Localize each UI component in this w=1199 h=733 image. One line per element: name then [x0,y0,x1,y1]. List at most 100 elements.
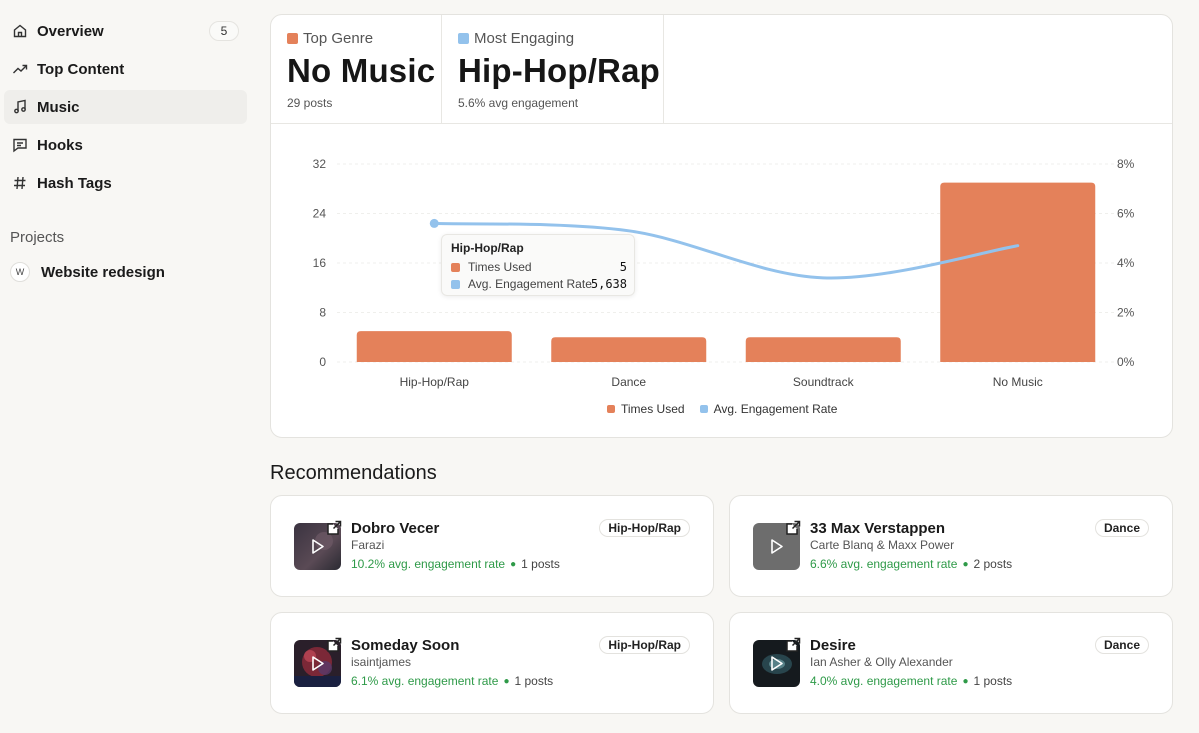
bar [940,182,1096,362]
y-left-tick-label: 0 [319,355,326,369]
legend-label-engagement: Avg. Engagement Rate [713,402,838,416]
sidebar-item-label: Music [37,98,80,116]
y-right-tick-label: 6% [1117,207,1135,221]
tooltip-row-engagement: Avg. Engagement Rate 5,638 [451,277,627,291]
track-artist: Carte Blanq & Maxx Power [810,538,955,552]
music-note-icon [10,97,30,117]
sidebar-item-top-content[interactable]: Top Content [4,52,247,86]
track-name: Desire [810,637,856,654]
legend-swatch-engagement [699,405,708,413]
engagement-rate: 4.0% avg. engagement rate [810,674,958,688]
recommendation-card[interactable]: Dobro Vecer Farazi 10.2% avg. engagement… [270,495,714,597]
play-icon[interactable] [767,654,786,673]
tooltip-title: Hip-Hop/Rap [451,241,524,255]
y-right-tick-label: 4% [1117,256,1135,270]
most-engaging-sub: 5.6% avg engagement [458,96,579,110]
genre-badge: Dance [1094,519,1149,537]
engagement-rate: 10.2% avg. engagement rate [351,557,506,571]
most-engaging-value: Hip-Hop/Rap [458,52,661,89]
legend-swatch-times-used [607,405,615,413]
play-icon[interactable] [767,537,786,556]
play-icon[interactable] [308,537,327,556]
track-artist: Ian Asher & Olly Alexander [810,655,953,669]
external-link-icon[interactable] [785,637,801,653]
post-count: 1 posts [514,674,554,688]
sidebar-item-hash-tags[interactable]: Hash Tags [4,166,247,200]
x-tick-label: Soundtrack [793,375,855,389]
engagement-rate: 6.1% avg. engagement rate [351,674,499,688]
tooltip-value: 5,638 [590,277,627,291]
genre-badge: Hip-Hop/Rap [599,636,690,654]
sidebar-item-music[interactable]: Music [4,90,247,124]
most-engaging-swatch [458,33,469,44]
separator-dot: ● [962,558,969,570]
top-genre-stat: Top Genre No Music 29 posts [271,15,442,123]
top-genre-sub: 29 posts [287,96,333,110]
separator-dot: ● [962,675,969,687]
post-count: 1 posts [521,557,560,571]
overview-count-badge: 5 [209,21,239,41]
x-tick-label: Dance [611,375,646,389]
sidebar: Overview 5 Top Content Music Hooks Hash … [0,0,256,733]
track-meta: 6.6% avg. engagement rate ● 2 posts [810,557,1012,571]
genre-badge: Hip-Hop/Rap [599,519,690,537]
most-engaging-stat: Most Engaging Hip-Hop/Rap 5.6% avg engag… [442,15,664,123]
chart-tooltip: Hip-Hop/Rap Times Used 5 Avg. Engagement… [441,234,635,296]
sidebar-item-label: Hash Tags [37,174,112,192]
y-left-tick-label: 8 [319,306,326,320]
track-artist: Farazi [351,538,385,552]
y-right-tick-label: 2% [1117,306,1135,320]
x-tick-label: No Music [993,375,1043,389]
track-name: Someday Soon [351,637,460,654]
external-link-icon[interactable] [326,637,342,653]
active-point [429,218,439,228]
y-left-tick-label: 32 [313,157,327,171]
bar [356,331,512,362]
chart-legend: Times Used Avg. Engagement Rate [607,402,837,416]
legend-label-times-used: Times Used [621,402,685,416]
separator-dot: ● [503,675,510,687]
bar [745,337,901,362]
external-link-icon[interactable] [785,520,801,536]
sidebar-item-label: Top Content [37,60,125,78]
tooltip-value: 5 [619,260,627,274]
track-meta: 6.1% avg. engagement rate ● 1 posts [351,674,553,688]
tooltip-row-times-used: Times Used 5 [451,260,627,274]
home-icon [10,21,30,41]
tooltip-swatch [451,279,460,289]
recommendations-title: Recommendations [270,462,437,484]
hash-icon [10,173,30,193]
genre-badge: Dance [1094,636,1149,654]
top-genre-swatch [287,33,298,44]
y-left-tick-label: 16 [313,256,327,270]
separator-dot: ● [510,558,517,570]
track-name: Dobro Vecer [351,520,440,537]
play-icon[interactable] [308,654,327,673]
recommendation-card[interactable]: 33 Max Verstappen Carte Blanq & Maxx Pow… [729,495,1173,597]
track-name: 33 Max Verstappen [810,520,946,537]
external-link-icon[interactable] [326,520,342,536]
tooltip-label: Avg. Engagement Rate [468,277,592,291]
sidebar-item-overview[interactable]: Overview 5 [4,14,247,48]
project-avatar: W [10,262,30,282]
tooltip-swatch [451,262,460,272]
trending-icon [10,59,30,79]
message-square-icon [10,135,30,155]
tooltip-label: Times Used [468,260,532,274]
track-meta: 10.2% avg. engagement rate ● 1 posts [351,557,560,571]
project-item-website-redesign[interactable]: W Website redesign [10,260,165,284]
project-label: Website redesign [41,263,165,281]
music-stats-card: Top Genre No Music 29 posts Most Engagin… [270,14,1173,438]
track-artist: isaintjames [351,655,412,669]
recommendation-card[interactable]: Someday Soon isaintjames 6.1% avg. engag… [270,612,714,714]
sidebar-item-label: Hooks [37,136,83,154]
y-right-tick-label: 8% [1117,157,1135,171]
recommendation-card[interactable]: Desire Ian Asher & Olly Alexander 4.0% a… [729,612,1173,714]
genre-chart: 32 24 16 8 0 8% 6% 4% 2% 0% Hip-Hop/Rap Dance Soundt… [313,157,1135,389]
sidebar-item-label: Overview [37,22,104,40]
post-count: 1 posts [973,674,1013,688]
top-genre-value: No Music [287,52,436,89]
projects-section-title: Projects [10,229,65,246]
sidebar-item-hooks[interactable]: Hooks [4,128,247,162]
engagement-rate: 6.6% avg. engagement rate [810,557,958,571]
